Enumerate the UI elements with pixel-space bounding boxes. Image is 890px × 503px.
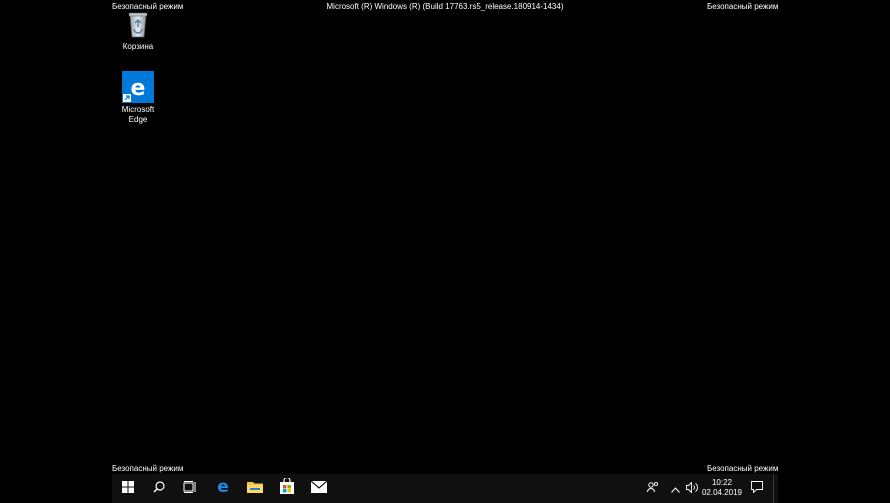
clock-time: 10:22 — [711, 478, 733, 487]
store-icon — [279, 476, 295, 499]
desktop-icon-label: Корзина — [122, 42, 154, 51]
show-hidden-icons-button[interactable] — [668, 474, 682, 503]
search-icon — [153, 480, 165, 498]
svg-text:e: e — [217, 478, 229, 494]
file-explorer-button[interactable] — [239, 474, 271, 503]
search-button[interactable] — [143, 474, 175, 503]
notification-icon — [751, 480, 763, 498]
taskbar-clock[interactable]: 10:22 02.04.2019 — [700, 478, 744, 498]
volume-icon — [686, 480, 698, 498]
mail-button[interactable] — [303, 474, 335, 503]
taskbar-edge-button[interactable]: e — [207, 474, 239, 503]
volume-button[interactable] — [684, 474, 700, 503]
people-button[interactable] — [644, 474, 662, 503]
edge-icon: e — [122, 71, 154, 103]
clock-date: 02.04.2019 — [701, 488, 743, 497]
desktop[interactable]: Безопасный режим Безопасный режим Безопа… — [0, 0, 890, 503]
safe-mode-label-bottom-right: Безопасный режим — [707, 464, 779, 473]
task-view-icon — [183, 480, 197, 498]
people-icon — [647, 480, 659, 498]
safe-mode-label-bottom-left: Безопасный режим — [112, 464, 184, 473]
desktop-icon-label: Microsoft Edge — [121, 105, 155, 124]
store-button[interactable] — [271, 474, 303, 503]
desktop-icon-microsoft-edge[interactable]: e Microsoft Edge — [113, 71, 163, 125]
edge-icon: e — [215, 477, 231, 499]
folder-icon — [247, 480, 263, 498]
task-view-button[interactable] — [174, 474, 206, 503]
recycle-bin-icon — [122, 8, 154, 40]
show-desktop-button[interactable] — [773, 474, 778, 503]
windows-logo-icon — [122, 480, 134, 498]
start-button[interactable] — [112, 474, 144, 503]
desktop-icon-recycle-bin[interactable]: Корзина — [113, 8, 163, 52]
action-center-button[interactable] — [748, 474, 766, 503]
chevron-up-icon — [670, 480, 680, 498]
mail-icon — [310, 480, 328, 498]
taskbar: e 10:22 02.04.2019 — [112, 474, 778, 503]
svg-text:e: e — [131, 76, 146, 101]
